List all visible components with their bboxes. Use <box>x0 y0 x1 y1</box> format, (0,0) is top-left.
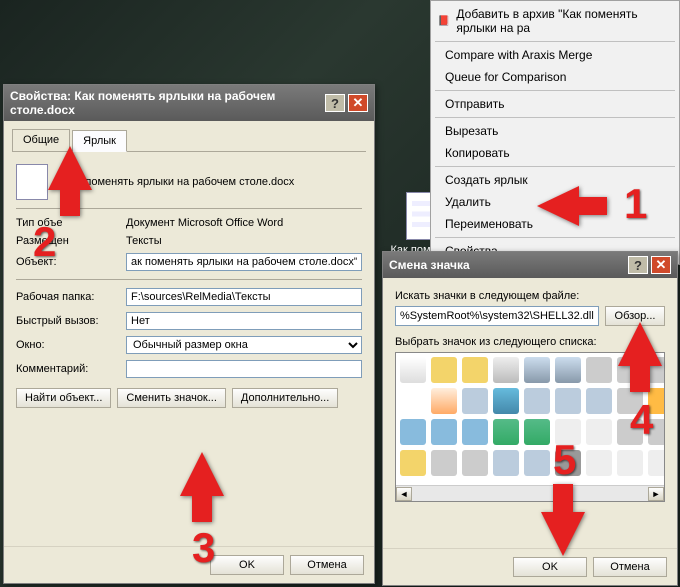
icon-option[interactable] <box>400 388 426 414</box>
hotkey-label: Быстрый вызов: <box>16 315 116 327</box>
icon-option[interactable] <box>431 419 457 445</box>
change-icon-dialog: Смена значка ? ✕ Искать значки в следующ… <box>382 251 678 586</box>
titlebar-close-button[interactable]: ✕ <box>348 94 368 112</box>
browse-button[interactable]: Обзор... <box>605 306 665 326</box>
titlebar-help-button[interactable]: ? <box>325 94 345 112</box>
change-icon-titlebar: Смена значка ? ✕ <box>383 252 677 278</box>
icon-option[interactable] <box>462 419 488 445</box>
change-icon-button[interactable]: Сменить значок... <box>117 388 226 408</box>
icon-option[interactable] <box>586 388 612 414</box>
workdir-field[interactable] <box>126 288 362 306</box>
icon-option[interactable] <box>524 419 550 445</box>
change-icon-body: Искать значки в следующем файле: Обзор..… <box>383 278 677 514</box>
properties-title: Свойства: Как поменять ярлыки на рабочем… <box>10 89 325 117</box>
icon-option[interactable] <box>555 450 581 476</box>
icon-option[interactable] <box>431 388 457 414</box>
icon-option[interactable] <box>648 388 665 414</box>
icon-option[interactable] <box>493 357 519 383</box>
pick-label: Выбрать значок из следующего списка: <box>395 336 665 348</box>
context-item-create-shortcut[interactable]: Создать ярлык <box>431 169 679 191</box>
icon-option[interactable] <box>524 357 550 383</box>
search-label: Искать значки в следующем файле: <box>395 290 665 302</box>
comment-label: Комментарий: <box>16 363 116 375</box>
context-item-cut[interactable]: Вырезать <box>431 120 679 142</box>
change-icon-title: Смена значка <box>389 258 470 272</box>
hotkey-field[interactable] <box>126 312 362 330</box>
icon-option[interactable] <box>493 450 519 476</box>
icon-option[interactable] <box>586 419 612 445</box>
properties-body: Тип объе Документ Microsoft Office Word … <box>4 152 374 420</box>
properties-titlebar: Свойства: Как поменять ярлыки на рабочем… <box>4 85 374 121</box>
icon-option[interactable] <box>555 388 581 414</box>
icon-path-field[interactable] <box>395 306 599 326</box>
tab-general[interactable]: Общие <box>12 129 70 151</box>
target-label: Объект: <box>16 256 116 268</box>
archive-icon: 📕 <box>437 13 450 29</box>
location-value: Тексты <box>126 235 362 247</box>
change-icon-cancel-button[interactable]: Отмена <box>593 557 667 577</box>
icon-option[interactable] <box>586 357 612 383</box>
icon-option[interactable] <box>431 357 457 383</box>
context-label: Добавить в архив "Как поменять ярлыки на… <box>456 7 673 35</box>
icon-option[interactable] <box>400 357 426 383</box>
context-item-add-archive[interactable]: 📕 Добавить в архив "Как поменять ярлыки … <box>431 3 679 39</box>
context-menu: 📕 Добавить в архив "Как поменять ярлыки … <box>430 0 680 265</box>
change-icon-ok-button[interactable]: OK <box>513 557 587 577</box>
properties-dialog: Свойства: Как поменять ярлыки на рабочем… <box>3 84 375 584</box>
scroll-right-icon[interactable]: ► <box>648 487 664 501</box>
advanced-button[interactable]: Дополнительно... <box>232 388 338 408</box>
icon-option[interactable] <box>493 388 519 414</box>
icon-option[interactable] <box>493 419 519 445</box>
icon-option[interactable] <box>400 419 426 445</box>
icon-option[interactable] <box>617 388 643 414</box>
run-select[interactable]: Обычный размер окна <box>126 336 362 354</box>
workdir-label: Рабочая папка: <box>16 291 116 303</box>
icon-option[interactable] <box>648 357 665 383</box>
icon-option[interactable] <box>555 357 581 383</box>
icon-option[interactable] <box>400 450 426 476</box>
titlebar-help-button[interactable]: ? <box>628 256 648 274</box>
target-field[interactable] <box>126 253 362 271</box>
icon-option[interactable] <box>462 388 488 414</box>
comment-field[interactable] <box>126 360 362 378</box>
context-item-queue[interactable]: Queue for Comparison <box>431 66 679 88</box>
context-item-send[interactable]: Отправить <box>431 93 679 115</box>
context-item-compare[interactable]: Compare with Araxis Merge <box>431 44 679 66</box>
icon-option[interactable] <box>586 450 612 476</box>
properties-ok-button[interactable]: OK <box>210 555 284 575</box>
icon-option[interactable] <box>617 419 643 445</box>
icon-option[interactable] <box>524 388 550 414</box>
titlebar-close-button[interactable]: ✕ <box>651 256 671 274</box>
icon-option[interactable] <box>648 450 665 476</box>
context-item-delete[interactable]: Удалить <box>431 191 679 213</box>
location-label: Размещен <box>16 235 116 247</box>
tab-shortcut[interactable]: Ярлык <box>72 130 127 152</box>
context-item-rename[interactable]: Переименовать <box>431 213 679 235</box>
icon-list-scrollbar[interactable]: ◄ ► <box>396 485 664 501</box>
file-name-field[interactable] <box>60 173 362 191</box>
scroll-left-icon[interactable]: ◄ <box>396 487 412 501</box>
file-type-icon <box>16 164 48 200</box>
icon-option[interactable] <box>617 357 643 383</box>
type-label: Тип объе <box>16 217 116 229</box>
context-item-copy[interactable]: Копировать <box>431 142 679 164</box>
find-target-button[interactable]: Найти объект... <box>16 388 111 408</box>
type-value: Документ Microsoft Office Word <box>126 217 362 229</box>
run-label: Окно: <box>16 339 116 351</box>
icon-option[interactable] <box>462 357 488 383</box>
icon-option[interactable] <box>617 450 643 476</box>
icon-option[interactable] <box>462 450 488 476</box>
tabs: Общие Ярлык <box>12 129 366 152</box>
icon-option[interactable] <box>524 450 550 476</box>
icon-option[interactable] <box>648 419 665 445</box>
icon-option[interactable] <box>555 419 581 445</box>
icon-option[interactable] <box>431 450 457 476</box>
icon-list[interactable]: ◄ ► <box>395 352 665 502</box>
properties-cancel-button[interactable]: Отмена <box>290 555 364 575</box>
